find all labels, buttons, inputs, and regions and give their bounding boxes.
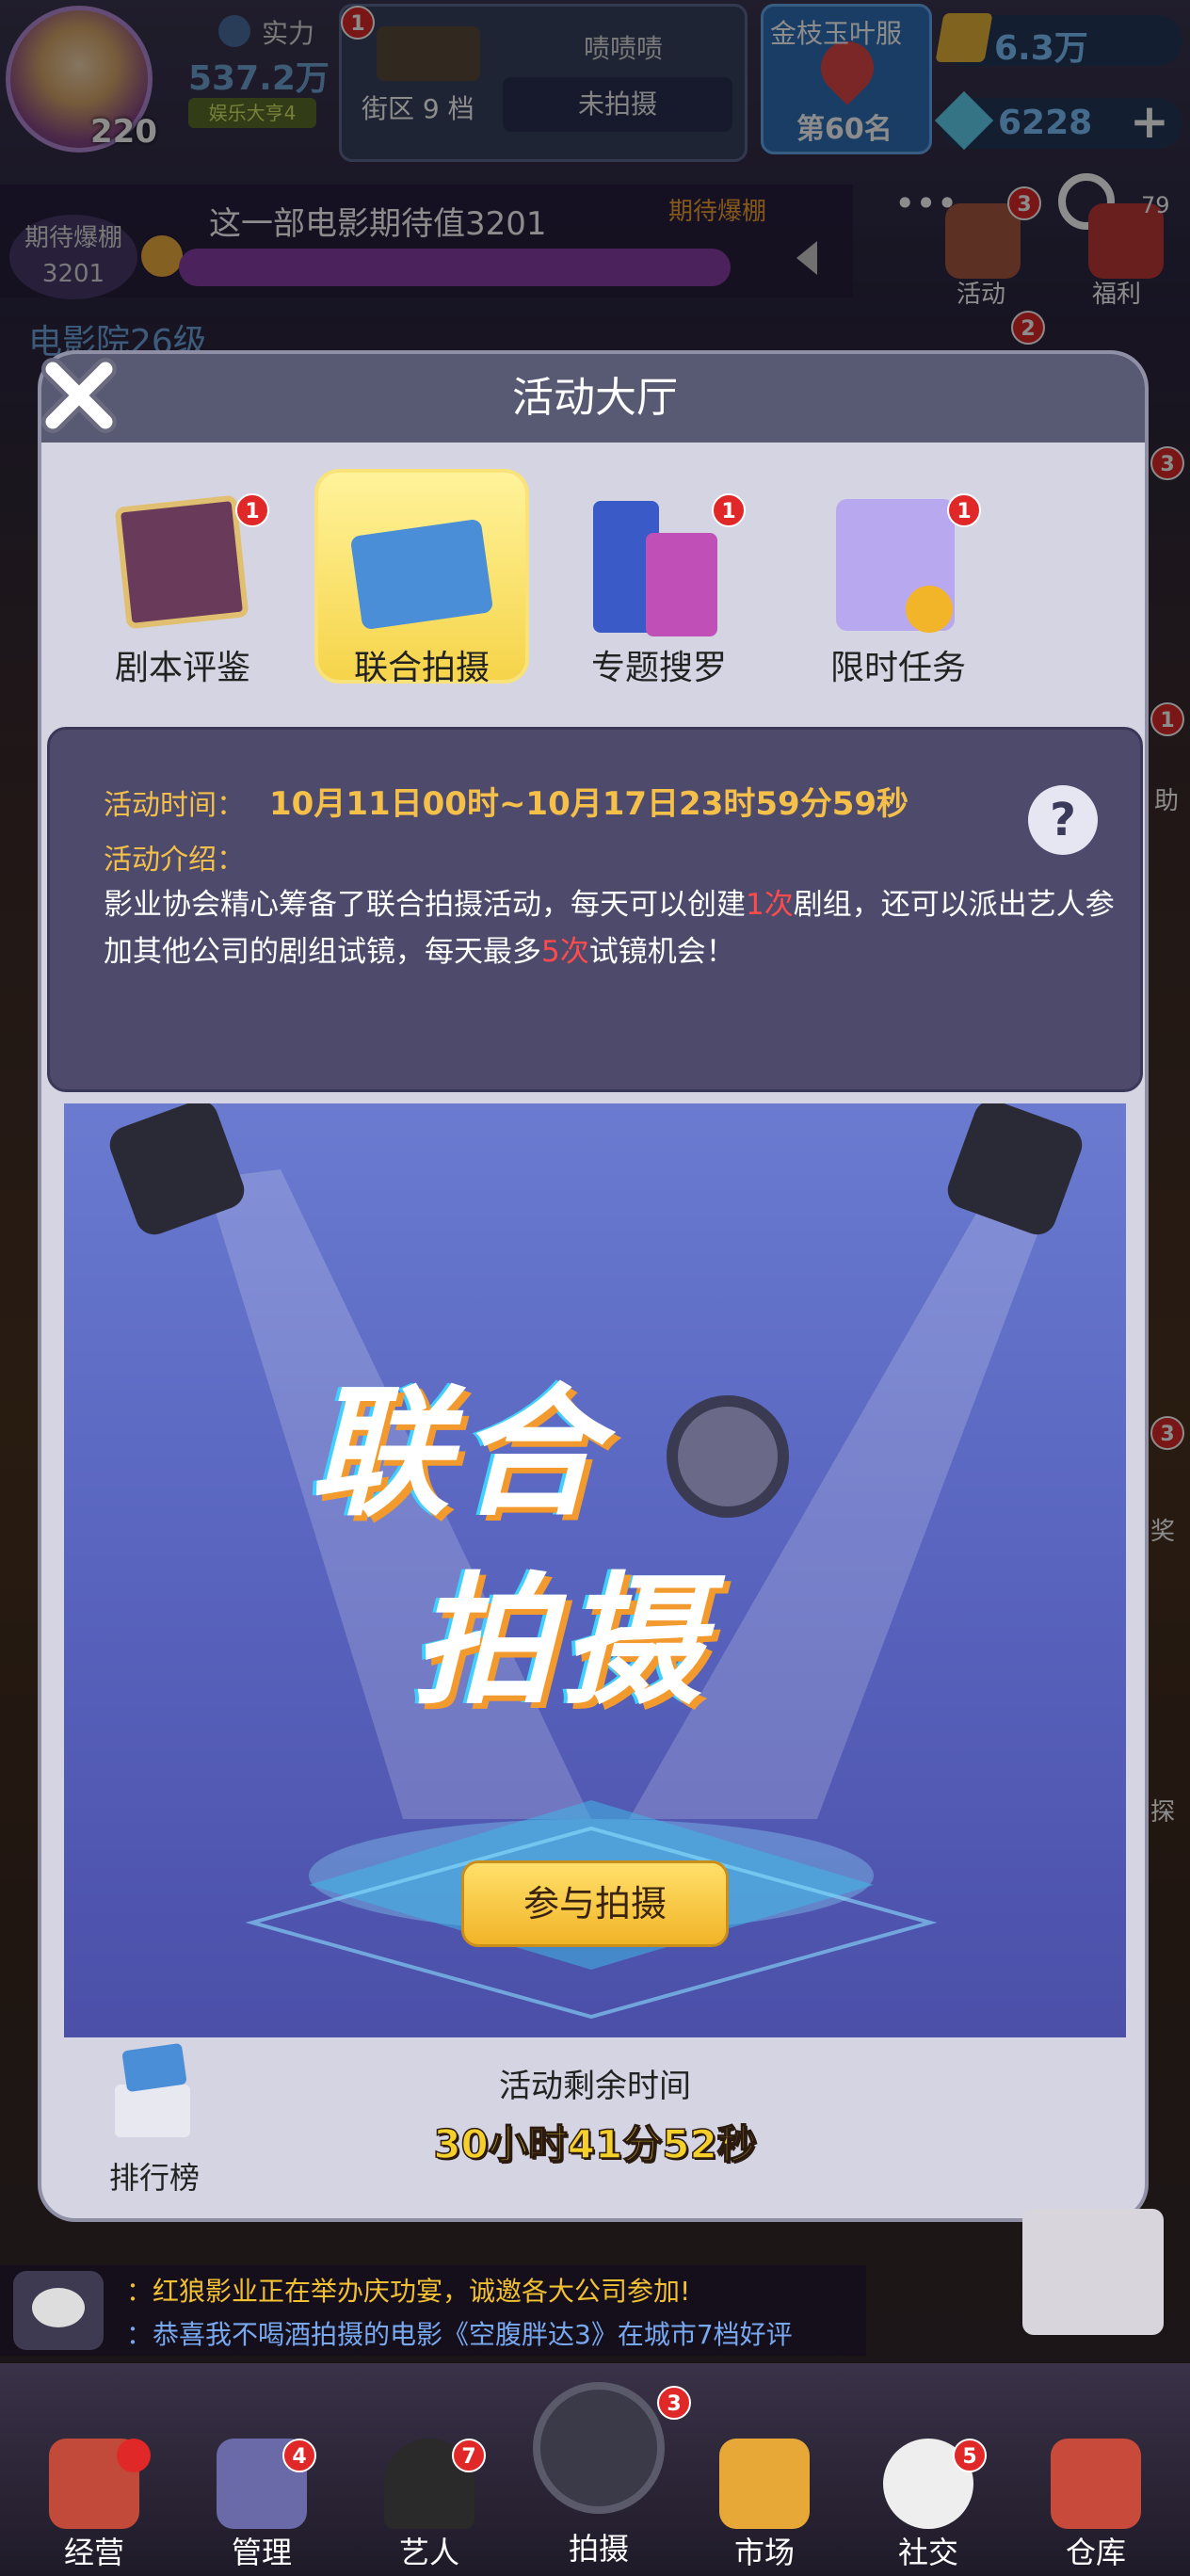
chat-bubble-icon bbox=[32, 2288, 85, 2327]
nav-shoot[interactable]: 拍摄 bbox=[523, 2382, 674, 2568]
banner-title-line2: 拍摄 bbox=[412, 1560, 711, 1724]
nav-operate-dot bbox=[117, 2439, 151, 2472]
close-icon[interactable] bbox=[34, 350, 124, 441]
nav-shoot-badge: 3 bbox=[657, 2386, 691, 2420]
clapperboard-icon bbox=[349, 518, 494, 631]
tab-script-review-label: 剧本评鉴 bbox=[114, 649, 250, 687]
intro-text-part: 影业协会精心筹备了联合拍摄活动，每天可以创建 bbox=[104, 888, 746, 922]
tab-script-review-badge: 1 bbox=[235, 493, 269, 527]
ticker-line-2: ：恭喜我不喝酒拍摄的电影《空腹胖达3》在城市7档好评 bbox=[126, 2319, 793, 2350]
nav-shoot-label: 拍摄 bbox=[568, 2531, 629, 2567]
intro-highlight-audition: 5次 bbox=[541, 935, 589, 969]
character-thumbnail[interactable] bbox=[1022, 2209, 1164, 2335]
tab-joint-shooting-label: 联合拍摄 bbox=[353, 649, 490, 687]
nav-warehouse-label: 仓库 bbox=[1065, 2535, 1126, 2570]
nav-social-label: 社交 bbox=[897, 2535, 958, 2570]
join-shooting-button[interactable]: 参与拍摄 bbox=[461, 1860, 729, 1947]
nav-operate-label: 经营 bbox=[63, 2535, 124, 2570]
chat-button[interactable] bbox=[13, 2271, 104, 2350]
tab-topic-search-label: 专题搜罗 bbox=[590, 649, 727, 687]
tab-timed-tasks-badge: 1 bbox=[947, 493, 981, 527]
nav-social-badge: 5 bbox=[953, 2439, 987, 2472]
warehouse-icon bbox=[1051, 2439, 1141, 2529]
banner-title-line1: 联合 bbox=[309, 1372, 607, 1536]
nav-artists-badge: 7 bbox=[452, 2439, 486, 2472]
help-icon[interactable]: ? bbox=[1028, 785, 1098, 855]
script-book-icon bbox=[114, 494, 249, 630]
activity-intro-label: 活动介绍： bbox=[104, 844, 245, 877]
nav-warehouse[interactable]: 仓库 bbox=[1021, 2439, 1171, 2572]
nav-manage-badge: 4 bbox=[282, 2439, 316, 2472]
film-reel-icon bbox=[667, 1395, 789, 1518]
activity-time-label: 活动时间： bbox=[104, 789, 245, 822]
activity-time-value: 10月11日00时~10月17日23时59分59秒 bbox=[269, 785, 909, 823]
intro-text-part: 试镜机会！ bbox=[588, 935, 735, 969]
nav-manage-label: 管理 bbox=[231, 2535, 292, 2570]
market-stall-icon bbox=[719, 2439, 810, 2529]
modal-title: 活动大厅 bbox=[512, 374, 678, 422]
question-book-icon bbox=[646, 533, 717, 636]
remaining-time-label: 活动剩余时间 bbox=[499, 2068, 691, 2105]
checkmark-icon bbox=[906, 586, 953, 633]
nav-artists-label: 艺人 bbox=[398, 2535, 459, 2570]
tab-timed-tasks-label: 限时任务 bbox=[829, 649, 966, 687]
activity-intro-text: 影业协会精心筹备了联合拍摄活动，每天可以创建1次剧组，还可以派出艺人参加其他公司… bbox=[104, 881, 1117, 975]
remaining-time-value: 30小时41分52秒 bbox=[433, 2120, 758, 2168]
nav-market-label: 市场 bbox=[733, 2535, 795, 2570]
tab-topic-search-badge: 1 bbox=[712, 493, 746, 527]
nav-market[interactable]: 市场 bbox=[689, 2439, 840, 2572]
ticker-line-1: ：红狼影业正在举办庆功宴，诚邀各大公司参加! bbox=[126, 2276, 691, 2307]
movie-camera-icon bbox=[533, 2382, 665, 2514]
intro-highlight-create: 1次 bbox=[746, 888, 794, 922]
